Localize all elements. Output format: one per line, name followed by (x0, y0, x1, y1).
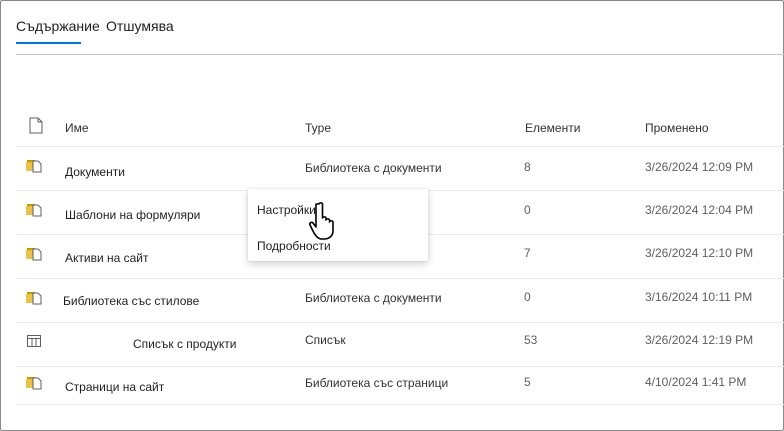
column-header-modified[interactable]: Променено (645, 121, 709, 135)
library-icon (26, 248, 42, 261)
hand-cursor-icon (308, 202, 334, 240)
table-row[interactable]: Документи Библиотека с документи 8 3/26/… (0, 147, 784, 191)
menu-item-details[interactable]: Подробности (257, 239, 331, 253)
library-icon (26, 160, 42, 173)
library-icon (26, 292, 42, 305)
column-header-name[interactable]: Име (65, 121, 89, 135)
table-row[interactable]: Списък с продукти Списък 53 3/26/2024 12… (0, 323, 784, 367)
document-icon[interactable] (29, 117, 43, 134)
row-type: Библиотека с документи (305, 161, 442, 175)
row-divider (16, 404, 784, 405)
row-name[interactable]: Страници на сайт (65, 380, 164, 394)
row-modified: 3/26/2024 12:10 PM (645, 246, 754, 260)
row-modified: 3/26/2024 12:09 PM (645, 160, 754, 174)
table-row[interactable]: Библиотека със стилове Библиотека с доку… (0, 279, 784, 323)
row-type: Библиотека с документи (305, 291, 442, 305)
column-header-items[interactable]: Елементи (525, 121, 580, 135)
row-items: 5 (524, 375, 531, 389)
row-modified: 3/26/2024 12:19 PM (645, 333, 754, 347)
row-name[interactable]: Шаблони на формуляри (65, 208, 200, 222)
row-modified: 3/26/2024 12:04 PM (645, 203, 754, 217)
row-name[interactable]: Библиотека със стилове (63, 294, 199, 308)
library-icon (26, 377, 42, 390)
tab-contents[interactable]: Съдържание (16, 18, 100, 34)
row-type: Библиотека със страници (305, 376, 449, 390)
row-name[interactable]: Активи на сайт (65, 251, 149, 265)
selected-tab-indicator (16, 42, 81, 44)
tab-recycle-bin[interactable]: Отшумява (106, 18, 174, 34)
row-name[interactable]: Списък с продукти (133, 337, 236, 351)
row-items: 8 (524, 160, 531, 174)
table-row[interactable]: Страници на сайт Библиотека със страници… (0, 367, 784, 411)
list-icon (27, 335, 41, 347)
tabs-divider (16, 54, 784, 55)
row-items: 0 (524, 203, 531, 217)
row-items: 0 (524, 290, 531, 304)
column-header-type[interactable]: Type (305, 121, 331, 135)
row-items: 53 (524, 333, 538, 347)
list-header: Име Type Елементи Променено (0, 112, 784, 146)
row-modified: 4/10/2024 1:41 PM (645, 375, 747, 389)
row-modified: 3/16/2024 10:11 PM (645, 290, 753, 304)
row-name[interactable]: Документи (65, 165, 125, 179)
library-icon (26, 204, 42, 217)
row-items: 7 (524, 246, 531, 260)
row-type: Списък (305, 333, 346, 347)
